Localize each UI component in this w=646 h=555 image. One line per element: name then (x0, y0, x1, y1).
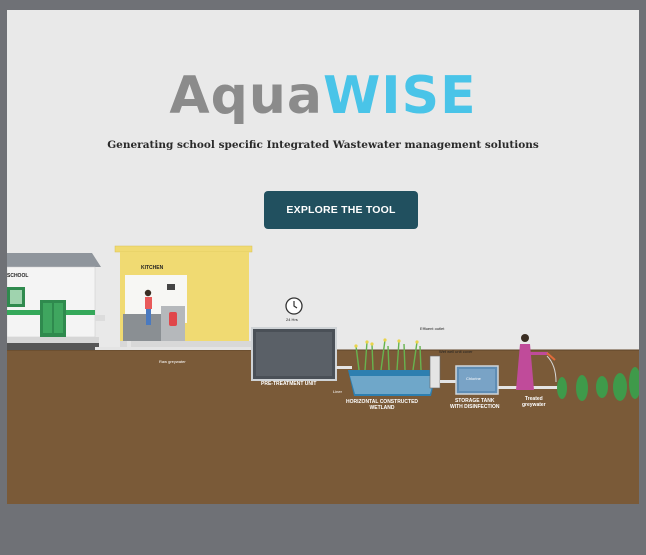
wetland-label: HORIZONTAL CONSTRUCTED WETLAND (346, 399, 418, 412)
school-label: SCHOOL (7, 273, 29, 279)
raw-greywater-pipe (95, 347, 255, 350)
timer-label: 24 Hrs (286, 317, 298, 322)
liner-label: Liner (333, 389, 342, 394)
clock-icon (285, 297, 303, 315)
treated-greywater-label: Treated greywater (522, 396, 546, 409)
hero-section: AquaWISE Generating school specific Inte… (7, 10, 639, 504)
pretreatment-unit (251, 327, 337, 381)
storage-tank-label: STORAGE TANK WITH DISINFECTION (450, 398, 500, 411)
bottom-bar (0, 507, 646, 555)
effluent-outlet-label: Effluent outlet (420, 326, 445, 331)
chlorine-label: Chlorine (466, 376, 481, 381)
school-building (7, 253, 105, 350)
treated-label-line2: greywater (522, 401, 546, 408)
raw-greywater-label: Raw greywater (159, 359, 186, 364)
wastewater-system-illustration (7, 245, 639, 504)
kitchen-label: KITCHEN (141, 265, 164, 271)
wetland-label-line2: WETLAND (369, 404, 395, 411)
storage-label-line2: WITH DISINFECTION (450, 403, 500, 410)
kitchen-building (114, 245, 255, 350)
wet-well-label: Wet well unit cover (439, 349, 473, 354)
pretreatment-label: PRE-TREATMENT UNIT (261, 381, 317, 387)
wet-well (429, 355, 441, 389)
